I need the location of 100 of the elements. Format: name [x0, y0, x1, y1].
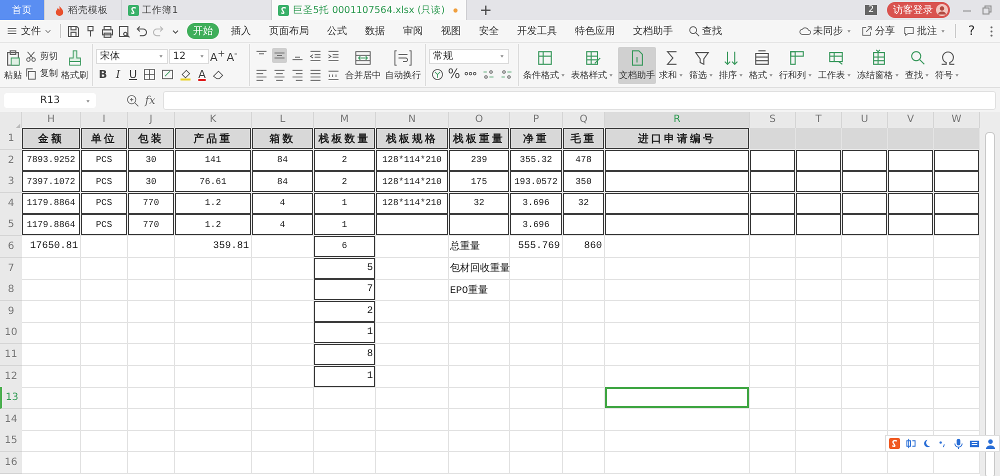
table-cell[interactable] — [842, 452, 888, 474]
table-cell[interactable] — [888, 322, 934, 344]
row-header[interactable]: 9 — [0, 300, 22, 323]
number-format-field[interactable]: 常规 — [429, 48, 509, 64]
table-cell[interactable] — [252, 344, 314, 366]
table-cell[interactable]: PCS — [81, 171, 128, 194]
table-cell[interactable] — [81, 387, 128, 410]
table-cell[interactable] — [888, 236, 934, 258]
table-cell[interactable] — [175, 279, 252, 302]
merge-center-button[interactable]: 合并居中 — [344, 46, 382, 84]
table-cell[interactable]: 8 — [314, 344, 376, 366]
table-cell[interactable]: 76.61 — [175, 171, 252, 194]
table-cell[interactable] — [510, 279, 563, 302]
align-middle-icon[interactable] — [272, 48, 287, 63]
row-header[interactable]: 11 — [0, 344, 22, 366]
table-cell[interactable] — [128, 366, 175, 388]
table-cell[interactable] — [81, 279, 128, 302]
table-cell[interactable]: 128*114*210 — [376, 171, 449, 194]
table-cell[interactable] — [796, 408, 842, 431]
restore-icon[interactable] — [980, 3, 994, 17]
header-cell[interactable] — [934, 128, 980, 150]
row-header[interactable]: 7 — [0, 258, 22, 280]
table-cell[interactable] — [252, 366, 314, 388]
table-cell[interactable] — [252, 258, 314, 280]
table-cell[interactable] — [796, 452, 842, 474]
row-header[interactable]: 2 — [0, 150, 22, 172]
grow-font-button[interactable]: A$^{+}$ — [210, 48, 224, 64]
table-cell[interactable] — [252, 408, 314, 431]
table-cell[interactable] — [510, 408, 563, 431]
table-cell[interactable]: 4 — [252, 214, 314, 236]
table-cell[interactable] — [605, 344, 750, 366]
ribbon-button[interactable]: 文档助手 — [618, 46, 656, 84]
toolbar-action[interactable]: 未同步 — [799, 24, 854, 38]
table-cell[interactable]: PCS — [81, 150, 128, 172]
preview-icon[interactable] — [117, 24, 132, 38]
table-cell[interactable] — [314, 408, 376, 431]
font-size-field[interactable]: 12 — [169, 48, 209, 64]
ribbon-tab[interactable]: 视图 — [435, 23, 467, 39]
table-cell[interactable] — [842, 214, 888, 236]
ribbon-button[interactable]: 筛选 — [688, 46, 716, 84]
table-cell[interactable] — [175, 452, 252, 474]
table-cell[interactable] — [605, 279, 750, 302]
row-header[interactable]: 14 — [0, 408, 22, 431]
table-cell[interactable] — [842, 192, 888, 215]
table-cell[interactable] — [888, 366, 934, 388]
table-cell[interactable] — [563, 214, 605, 236]
table-cell[interactable] — [750, 322, 796, 344]
moon-icon[interactable] — [921, 438, 932, 449]
table-cell[interactable] — [563, 258, 605, 280]
table-cell[interactable] — [796, 366, 842, 388]
table-cell[interactable] — [605, 192, 750, 215]
toolbar-action[interactable]: 分享 — [861, 24, 896, 38]
table-cell[interactable] — [376, 322, 449, 344]
table-cell[interactable] — [750, 344, 796, 366]
table-cell[interactable]: 2 — [314, 171, 376, 194]
table-cell[interactable] — [605, 236, 750, 258]
keyboard-icon[interactable] — [969, 438, 980, 449]
print-icon[interactable] — [100, 24, 115, 38]
table-cell[interactable] — [128, 279, 175, 302]
table-cell[interactable] — [252, 300, 314, 323]
table-cell[interactable] — [22, 344, 81, 366]
header-cell[interactable]: 栈板重量 — [449, 128, 510, 150]
table-cell[interactable] — [128, 300, 175, 323]
table-cell[interactable] — [22, 258, 81, 280]
table-cell[interactable]: 1179.8864 — [22, 192, 81, 215]
table-cell[interactable] — [510, 258, 563, 280]
table-cell[interactable] — [934, 150, 980, 172]
table-cell[interactable] — [22, 387, 81, 410]
formula-input[interactable] — [163, 91, 996, 110]
table-cell[interactable] — [510, 452, 563, 474]
table-cell[interactable] — [175, 430, 252, 452]
table-cell[interactable]: 1179.8864 — [22, 214, 81, 236]
table-cell[interactable]: 1 — [314, 322, 376, 344]
table-cell[interactable] — [888, 279, 934, 302]
header-cell[interactable] — [888, 128, 934, 150]
table-cell[interactable]: 2 — [314, 150, 376, 172]
ribbon-button[interactable]: 行和列 — [778, 46, 815, 84]
ribbon-button[interactable]: 条件格式 — [522, 46, 568, 84]
table-cell[interactable]: 84 — [252, 171, 314, 194]
table-cell[interactable] — [128, 387, 175, 410]
table-cell[interactable] — [175, 387, 252, 410]
header-cell[interactable]: 进口申请编号 — [605, 128, 750, 150]
table-cell[interactable]: 1.2 — [175, 192, 252, 215]
table-cell[interactable]: 7397.1072 — [22, 171, 81, 194]
table-cell[interactable] — [376, 387, 449, 410]
table-cell[interactable] — [605, 430, 750, 452]
table-cell[interactable] — [842, 344, 888, 366]
table-cell[interactable]: 128*114*210 — [376, 192, 449, 215]
table-cell[interactable] — [81, 452, 128, 474]
table-cell[interactable]: 1 — [314, 214, 376, 236]
table-cell[interactable] — [605, 258, 750, 280]
table-cell[interactable]: PCS — [81, 192, 128, 215]
header-cell[interactable]: 产品重 — [175, 128, 252, 150]
cut-button[interactable]: 剪切 — [25, 50, 58, 63]
table-cell[interactable] — [510, 322, 563, 344]
table-cell[interactable] — [81, 430, 128, 452]
table-cell[interactable] — [81, 366, 128, 388]
table-cell[interactable] — [128, 408, 175, 431]
microphone-icon[interactable] — [953, 438, 964, 449]
table-cell[interactable]: PCS — [81, 214, 128, 236]
